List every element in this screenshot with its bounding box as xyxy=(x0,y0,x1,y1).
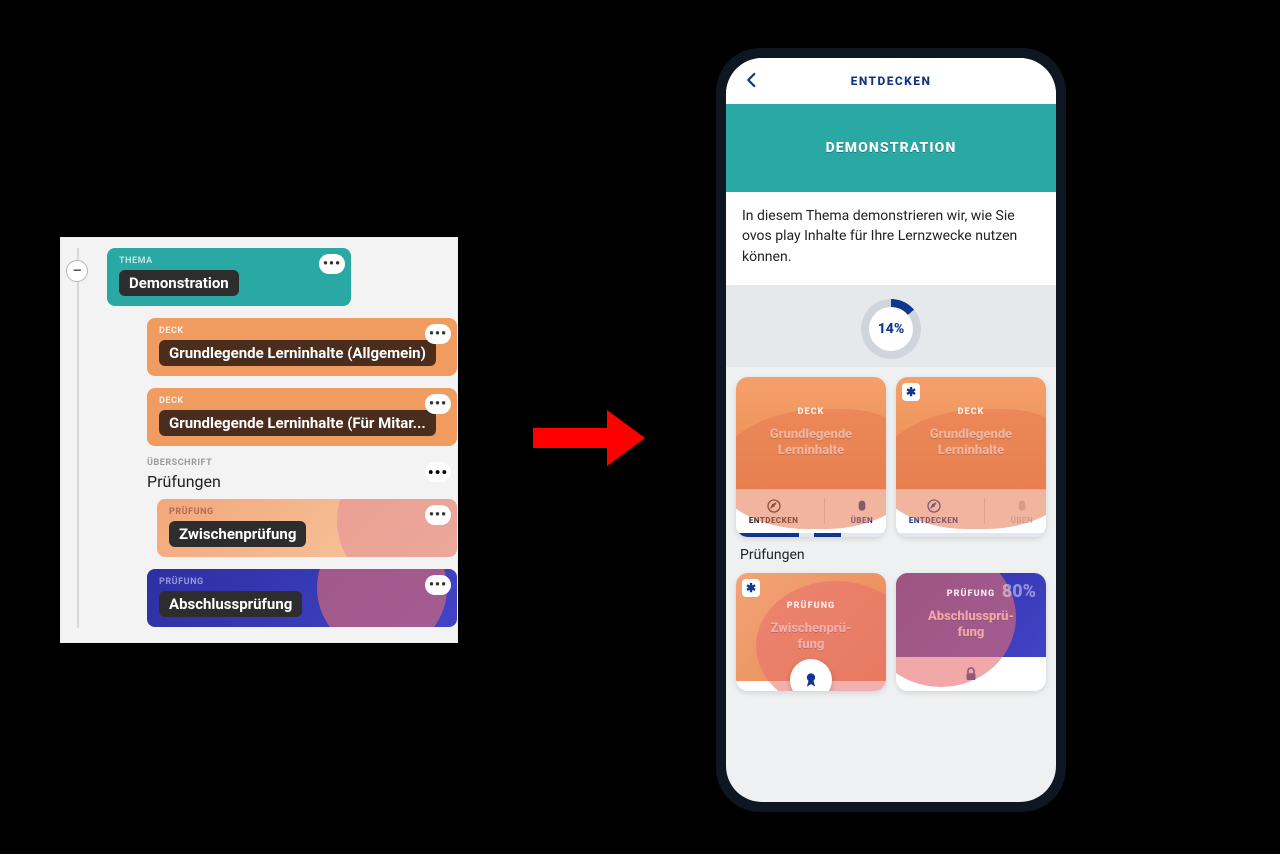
deck-grid: DECK Grundlegende Lerninhalte ENTDECKEN … xyxy=(726,367,1056,537)
topic-banner-title: DEMONSTRATION xyxy=(826,140,957,156)
topic-description: In diesem Thema demonstrieren wir, wie S… xyxy=(726,192,1056,285)
deck-tag: DECK xyxy=(159,326,445,336)
arrow-right-icon xyxy=(533,410,653,466)
deck-tile-header: DECK Grundlegende Lerninhalte xyxy=(736,377,886,489)
exam-tile[interactable]: ✱ PRÜFUNG Zwischenprü- fung xyxy=(736,573,886,691)
exams-section-title: Prüfungen xyxy=(726,537,1056,563)
star-icon: ✱ xyxy=(902,383,920,401)
exam-menu-button[interactable]: ••• xyxy=(425,575,451,595)
phone-frame: ENTDECKEN DEMONSTRATION In diesem Thema … xyxy=(716,48,1066,812)
app-top-bar: ENTDECKEN xyxy=(726,58,1056,104)
exam-tile-name: Abschlussprü- fung xyxy=(928,609,1014,642)
progress-section: 14% xyxy=(726,285,1056,367)
topic-banner: DEMONSTRATION xyxy=(726,104,1056,192)
chevron-left-icon xyxy=(743,71,761,89)
deck-tile-tag: DECK xyxy=(958,407,985,417)
section-tag: ÜBERSCHRIFT xyxy=(147,458,445,468)
deck-card[interactable]: DECK Grundlegende Lerninhalte (Für Mitar… xyxy=(147,388,457,446)
back-button[interactable] xyxy=(740,68,764,92)
deck-tile[interactable]: DECK Grundlegende Lerninhalte ENTDECKEN … xyxy=(736,377,886,537)
deck-label: Grundlegende Lerninhalte (Allgemein) xyxy=(159,340,436,366)
exam-label: Zwischenprüfung xyxy=(169,521,306,547)
topic-tag: THEMA xyxy=(119,256,339,266)
deck-tile-tag: DECK xyxy=(798,407,825,417)
exam-tile-name: Zwischenprü- fung xyxy=(771,621,852,654)
exam-tile-tag: PRÜFUNG xyxy=(947,589,996,599)
phone-screen: ENTDECKEN DEMONSTRATION In diesem Thema … xyxy=(726,58,1056,802)
section-menu-button[interactable]: ••• xyxy=(425,462,451,482)
topic-label: Demonstration xyxy=(119,270,239,296)
certificate-icon xyxy=(790,659,832,691)
exam-card[interactable]: PRÜFUNG Abschlussprüfung ••• xyxy=(147,569,457,627)
exam-menu-button[interactable]: ••• xyxy=(425,505,451,525)
deck-tile-name: Grundlegende Lerninhalte xyxy=(744,427,878,460)
topic-card[interactable]: THEMA Demonstration ••• xyxy=(107,248,351,306)
deck-label: Grundlegende Lerninhalte (Für Mitar... xyxy=(159,410,436,436)
deck-tag: DECK xyxy=(159,396,445,406)
deck-progress-bar xyxy=(896,533,1046,537)
deck-card[interactable]: DECK Grundlegende Lerninhalte (Allgemein… xyxy=(147,318,457,376)
exam-tile[interactable]: 80% PRÜFUNG Abschlussprü- fung xyxy=(896,573,1046,691)
tree-line xyxy=(77,248,79,628)
progress-value: 14% xyxy=(869,307,913,351)
section-heading: ÜBERSCHRIFT Prüfungen ••• xyxy=(147,458,457,499)
top-bar-title: ENTDECKEN xyxy=(851,74,932,88)
exam-percent: 80% xyxy=(1002,581,1036,602)
exam-grid: ✱ PRÜFUNG Zwischenprü- fung 80% PRÜFUNG … xyxy=(726,563,1056,691)
topic-menu-button[interactable]: ••• xyxy=(319,254,345,274)
content-tree-panel: THEMA Demonstration ••• DECK Grundlegend… xyxy=(60,237,458,643)
collapse-toggle[interactable]: – xyxy=(66,260,88,282)
exam-label: Abschlussprüfung xyxy=(159,591,302,617)
section-title: Prüfungen xyxy=(147,472,445,491)
deck-progress-bar xyxy=(736,533,886,537)
progress-ring: 14% xyxy=(861,299,921,359)
deck-tile[interactable]: ✱ DECK Grundlegende Lerninhalte ENTDECKE… xyxy=(896,377,1046,537)
deck-menu-button[interactable]: ••• xyxy=(425,394,451,414)
exam-card[interactable]: PRÜFUNG Zwischenprüfung ••• xyxy=(157,499,457,557)
exam-tile-tag: PRÜFUNG xyxy=(787,601,836,611)
deck-tile-name: Grundlegende Lerninhalte xyxy=(904,427,1038,460)
deck-menu-button[interactable]: ••• xyxy=(425,324,451,344)
deck-tile-header: ✱ DECK Grundlegende Lerninhalte xyxy=(896,377,1046,489)
star-icon: ✱ xyxy=(742,579,760,597)
exam-tile-header: ✱ PRÜFUNG Zwischenprü- fung xyxy=(736,573,886,681)
exam-tag: PRÜFUNG xyxy=(159,577,445,587)
exam-tile-header: 80% PRÜFUNG Abschlussprü- fung xyxy=(896,573,1046,657)
exam-tag: PRÜFUNG xyxy=(169,507,445,517)
